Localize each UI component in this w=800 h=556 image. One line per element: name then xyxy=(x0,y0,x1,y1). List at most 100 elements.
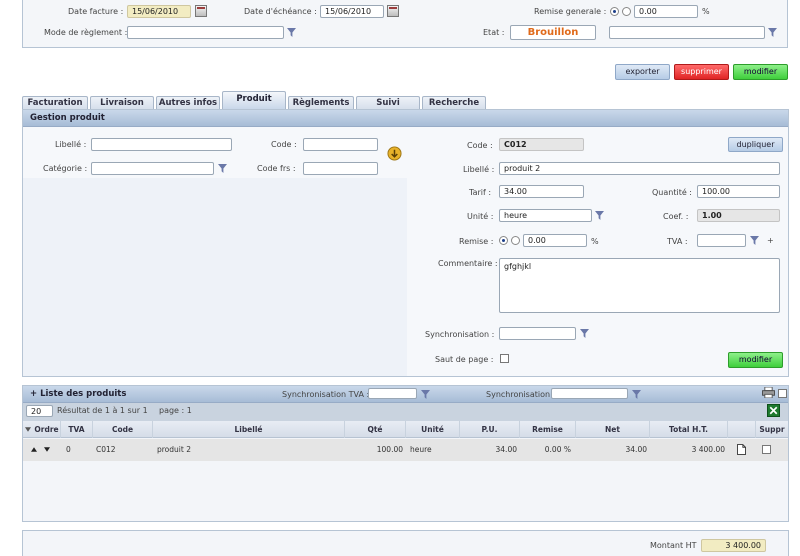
filter-icon[interactable] xyxy=(287,28,296,37)
form-unite-select[interactable]: heure xyxy=(499,209,592,222)
search-libelle-input[interactable] xyxy=(91,138,232,151)
search-libelle-label: Libellé : xyxy=(55,140,87,149)
tab-facturation[interactable]: Facturation xyxy=(22,96,88,109)
form-commentaire-textarea[interactable]: gfghjkl xyxy=(499,258,780,313)
per-page-input[interactable]: 20 xyxy=(26,405,53,417)
synchro-tva-select[interactable] xyxy=(368,388,417,399)
filter-icon[interactable] xyxy=(218,164,227,173)
filter-icon[interactable] xyxy=(750,236,759,245)
etat-select[interactable] xyxy=(609,26,765,39)
search-arrow-icon[interactable] xyxy=(387,146,402,161)
mode-reglement-select[interactable] xyxy=(127,26,284,39)
col-doc xyxy=(728,421,756,438)
document-icon[interactable] xyxy=(737,444,746,455)
col-pu[interactable]: P.U. xyxy=(460,421,520,438)
col-net[interactable]: Net xyxy=(576,421,650,438)
filter-icon[interactable] xyxy=(768,28,777,37)
form-remise-percent-radio[interactable] xyxy=(499,236,508,245)
calendar-icon[interactable] xyxy=(387,5,399,17)
col-total[interactable]: Total H.T. xyxy=(650,421,728,438)
search-results-area xyxy=(23,178,407,376)
date-echeance-field[interactable]: 15/06/2010 xyxy=(320,5,384,18)
date-facture-field[interactable]: 15/06/2010 xyxy=(127,5,191,18)
result-text: Résultat de 1 à 1 sur 1 xyxy=(57,406,148,415)
excel-icon[interactable] xyxy=(767,404,780,417)
col-unite[interactable]: Unité xyxy=(406,421,460,438)
form-tarif-input[interactable]: 34.00 xyxy=(499,185,584,198)
row-suppr-checkbox[interactable] xyxy=(762,445,771,454)
remise-amount-radio[interactable] xyxy=(622,7,631,16)
mode-reglement-label: Mode de règlement : xyxy=(44,28,128,37)
synchro-tva-label: Synchronisation TVA : xyxy=(282,390,370,399)
col-code[interactable]: Code xyxy=(93,421,153,438)
filter-icon[interactable] xyxy=(595,211,604,220)
montant-ht-label: Montant HT xyxy=(650,541,697,550)
tab-suivi[interactable]: Suivi xyxy=(356,96,420,109)
col-libelle[interactable]: Libellé xyxy=(153,421,345,438)
tab-produit[interactable]: Produit xyxy=(222,91,286,109)
search-categorie-select[interactable] xyxy=(91,162,214,175)
filter-icon[interactable] xyxy=(632,390,641,399)
form-code-label: Code : xyxy=(467,141,493,150)
tab-autres-infos[interactable]: Autres infos xyxy=(156,96,220,109)
search-code-frs-input[interactable] xyxy=(303,162,378,175)
form-quantite-input[interactable]: 100.00 xyxy=(697,185,780,198)
etat-status: Brouillon xyxy=(510,25,596,40)
date-facture-label: Date facture : xyxy=(68,7,124,16)
col-tva[interactable]: TVA xyxy=(61,421,93,438)
add-tva-icon[interactable]: + xyxy=(767,236,774,245)
col-remise[interactable]: Remise xyxy=(520,421,576,438)
col-qte[interactable]: Qté xyxy=(345,421,406,438)
col-suppr[interactable]: Suppr xyxy=(756,421,788,438)
remise-generale-input[interactable]: 0.00 xyxy=(634,5,698,18)
form-synchro-label: Synchronisation : xyxy=(425,330,495,339)
form-libelle-label: Libellé : xyxy=(463,165,495,174)
col-ordre[interactable]: Ordre xyxy=(33,421,61,438)
exporter-button[interactable]: exporter xyxy=(615,64,670,80)
move-down-icon[interactable] xyxy=(44,447,50,452)
cell-remise: 0.00 % xyxy=(544,445,571,454)
form-tva-select[interactable] xyxy=(697,234,746,247)
form-synchro-select[interactable] xyxy=(499,327,576,340)
search-code-frs-label: Code frs : xyxy=(257,164,296,173)
tab-reglements[interactable]: Règlements xyxy=(288,96,354,109)
calendar-icon[interactable] xyxy=(195,5,207,17)
form-tva-label: TVA : xyxy=(667,237,688,246)
percent-sign: % xyxy=(702,7,710,16)
montant-ht-field: 3 400.00 xyxy=(701,539,766,552)
cell-pu: 34.00 xyxy=(495,445,517,454)
form-remise-input[interactable]: 0.00 xyxy=(523,234,587,247)
cell-net: 34.00 xyxy=(625,445,647,454)
saut-de-page-checkbox[interactable] xyxy=(500,354,509,363)
tab-recherche[interactable]: Recherche xyxy=(422,96,486,109)
print-icon[interactable] xyxy=(762,387,775,398)
cell-code: C012 xyxy=(96,445,116,454)
sort-down-icon[interactable] xyxy=(25,427,31,432)
tab-livraison[interactable]: Livraison xyxy=(90,96,154,109)
date-echeance-label: Date d'échéance : xyxy=(244,7,317,16)
form-saut-label: Saut de page : xyxy=(435,355,494,364)
modifier-button[interactable]: modifier xyxy=(733,64,788,80)
form-remise-amount-radio[interactable] xyxy=(511,236,520,245)
select-all-checkbox[interactable] xyxy=(778,389,787,398)
search-categorie-label: Catégorie : xyxy=(43,164,88,173)
search-code-input[interactable] xyxy=(303,138,378,151)
form-libelle-input[interactable]: produit 2 xyxy=(499,162,780,175)
filter-icon[interactable] xyxy=(421,390,430,399)
synchro-select[interactable] xyxy=(551,388,628,399)
supprimer-button[interactable]: supprimer xyxy=(674,64,729,80)
filter-icon[interactable] xyxy=(580,329,589,338)
cell-qte: 100.00 xyxy=(376,445,403,454)
cell-total: 3 400.00 xyxy=(691,445,725,454)
form-unite-label: Unité : xyxy=(467,212,494,221)
form-modifier-button[interactable]: modifier xyxy=(728,352,783,368)
form-tarif-label: Tarif : xyxy=(469,188,492,197)
etat-label: Etat : xyxy=(483,28,505,37)
form-quantite-label: Quantité : xyxy=(652,188,692,197)
gestion-produit-header: Gestion produit xyxy=(23,110,788,127)
move-up-icon[interactable] xyxy=(31,447,37,452)
remise-percent-radio[interactable] xyxy=(610,7,619,16)
dupliquer-button[interactable]: dupliquer xyxy=(728,137,783,152)
form-remise-label: Remise : xyxy=(459,237,494,246)
form-code-field: C012 xyxy=(499,138,584,151)
